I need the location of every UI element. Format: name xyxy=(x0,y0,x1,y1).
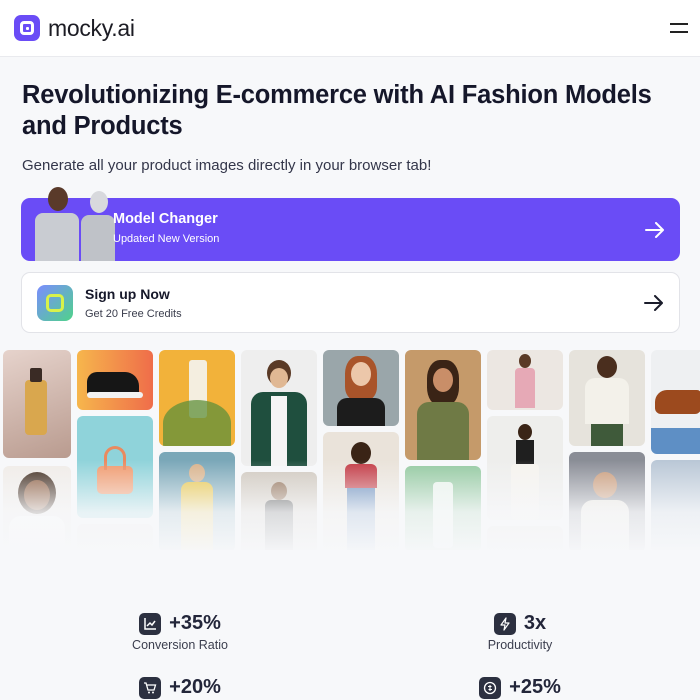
stat-value: 3x xyxy=(523,612,547,634)
brand-name: mocky.ai xyxy=(48,14,135,41)
gallery-image-model xyxy=(405,350,481,460)
page-subtitle: Generate all your product images directl… xyxy=(22,157,432,174)
model-changer-description: Updated New Version xyxy=(113,233,220,245)
cart-icon xyxy=(139,676,162,699)
top-bar: mocky.ai xyxy=(0,0,700,57)
coin-icon xyxy=(479,676,502,699)
page-title: Revolutionizing E-commerce with AI Fashi… xyxy=(22,81,652,140)
hamburger-menu-icon[interactable] xyxy=(660,17,688,39)
gallery-image-perfume xyxy=(3,350,71,458)
model-changer-title: Model Changer xyxy=(113,211,218,227)
signup-card[interactable]: Sign up Now Get 20 Free Credits xyxy=(21,272,680,333)
stat-label: Productivity xyxy=(487,638,553,652)
model-changer-card[interactable]: Model Changer Updated New Version xyxy=(21,187,680,261)
stat-productivity: 3x Productivity xyxy=(435,612,605,652)
signup-description: Get 20 Free Credits xyxy=(85,308,182,320)
gallery-image-model xyxy=(241,350,317,466)
stat-value: +25% xyxy=(509,676,561,698)
gallery-image-model xyxy=(487,350,563,410)
stat-revenue: +25% xyxy=(435,676,605,700)
gallery-image-cream xyxy=(159,350,235,446)
gallery-image-model xyxy=(569,350,645,446)
lightning-icon xyxy=(493,612,516,635)
gift-icon xyxy=(37,285,73,321)
signup-title: Sign up Now xyxy=(85,286,170,302)
gallery-fade xyxy=(0,460,700,555)
arrow-right-icon xyxy=(644,219,666,241)
stat-cart: +20% xyxy=(95,676,265,700)
stat-value: +20% xyxy=(169,676,221,698)
stat-conversion: +35% Conversion Ratio xyxy=(95,612,265,652)
arrow-right-icon xyxy=(643,292,665,314)
gallery-image-model xyxy=(323,350,399,426)
stat-label: Conversion Ratio xyxy=(132,638,228,652)
chart-icon xyxy=(139,612,162,635)
stat-value: +35% xyxy=(169,612,221,634)
gallery-image-shoes xyxy=(651,350,700,454)
mocky-logo-icon xyxy=(14,15,40,41)
gallery-image-sneaker xyxy=(77,350,153,410)
brand[interactable]: mocky.ai xyxy=(14,15,135,42)
